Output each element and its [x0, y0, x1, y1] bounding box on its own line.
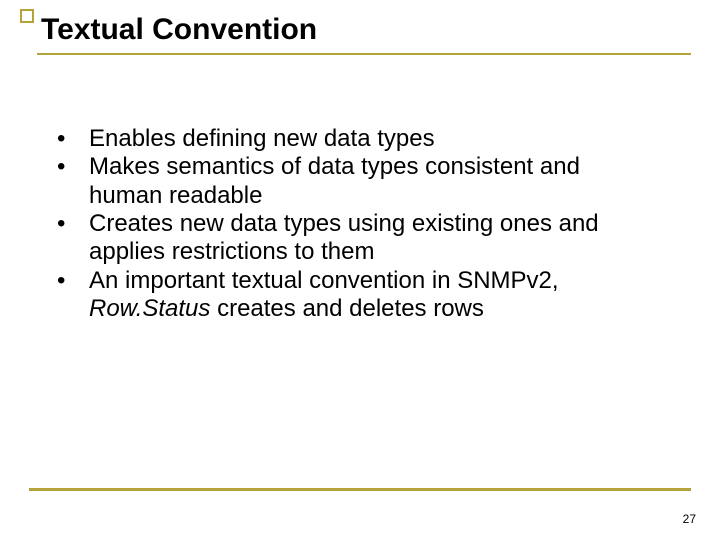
bullet-text: Enables defining new data types: [89, 125, 635, 153]
bullet-item: • Enables defining new data types: [55, 125, 635, 153]
page-number: 27: [683, 512, 696, 526]
bullet-text-italic: Row.Status: [89, 295, 210, 322]
slide-title: Textual Convention: [41, 13, 317, 47]
bullet-mark: •: [55, 210, 89, 238]
bullet-text: Makes semantics of data types consistent…: [89, 153, 635, 210]
slide-body: • Enables defining new data types • Make…: [55, 125, 635, 323]
bullet-item: • Makes semantics of data types consiste…: [55, 153, 635, 210]
bottom-divider: [29, 488, 691, 491]
slide: Textual Convention • Enables defining ne…: [0, 0, 720, 540]
title-underline: [37, 53, 691, 55]
bullet-mark: •: [55, 267, 89, 295]
bullet-mark: •: [55, 125, 89, 153]
bullet-text-post: creates and deletes rows: [210, 295, 483, 322]
bullet-text: Creates new data types using existing on…: [89, 210, 635, 267]
bullet-mark: •: [55, 153, 89, 181]
corner-decoration: [20, 9, 34, 23]
bullet-item: • Creates new data types using existing …: [55, 210, 635, 267]
bullet-item: • An important textual convention in SNM…: [55, 267, 635, 324]
bullet-text-pre: An important textual convention in SNMPv…: [89, 267, 559, 294]
bullet-text: An important textual convention in SNMPv…: [89, 267, 635, 324]
